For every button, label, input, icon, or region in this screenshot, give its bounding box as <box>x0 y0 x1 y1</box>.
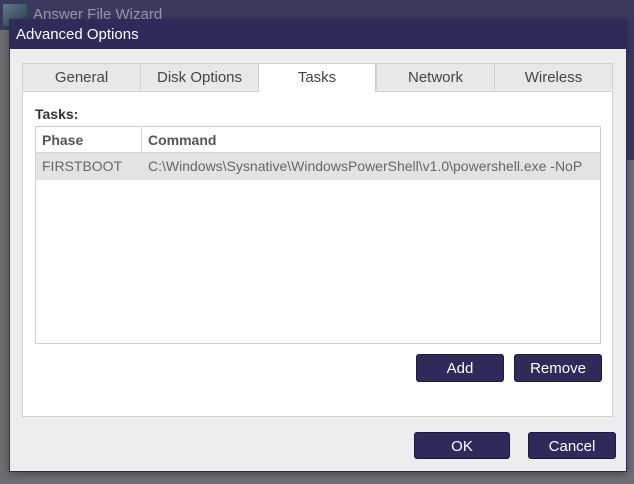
ok-button[interactable]: OK <box>414 432 510 459</box>
tasks-panel: Tasks: Phase Command FIRSTBOOT C:\Window… <box>22 91 613 417</box>
column-header-command[interactable]: Command <box>142 127 600 153</box>
row-phase-cell: FIRSTBOOT <box>42 158 123 174</box>
tab-wireless[interactable]: Wireless <box>494 63 613 90</box>
dialog-title: Advanced Options <box>16 26 139 43</box>
tab-general[interactable]: General <box>22 63 141 90</box>
advanced-options-dialog: Advanced Options General Disk Options Ta… <box>9 19 627 472</box>
column-header-phase[interactable]: Phase <box>36 127 142 153</box>
cancel-button[interactable]: Cancel <box>528 432 616 459</box>
tab-tasks[interactable]: Tasks <box>258 63 376 92</box>
add-task-button[interactable]: Add <box>416 354 504 382</box>
tab-network[interactable]: Network <box>376 63 495 90</box>
tasks-grid: Phase Command FIRSTBOOT C:\Windows\Sysna… <box>35 126 601 344</box>
row-command-cell: C:\Windows\Sysnative\WindowsPowerShell\v… <box>148 158 583 174</box>
table-row[interactable]: FIRSTBOOT C:\Windows\Sysnative\WindowsPo… <box>36 153 600 180</box>
tasks-label: Tasks: <box>35 106 79 122</box>
remove-task-button[interactable]: Remove <box>514 354 602 382</box>
tab-bar: General Disk Options Tasks Network Wirel… <box>22 63 613 92</box>
dialog-titlebar[interactable]: Advanced Options <box>10 20 626 49</box>
grid-header: Phase Command <box>36 127 600 153</box>
tab-disk-options[interactable]: Disk Options <box>140 63 259 90</box>
